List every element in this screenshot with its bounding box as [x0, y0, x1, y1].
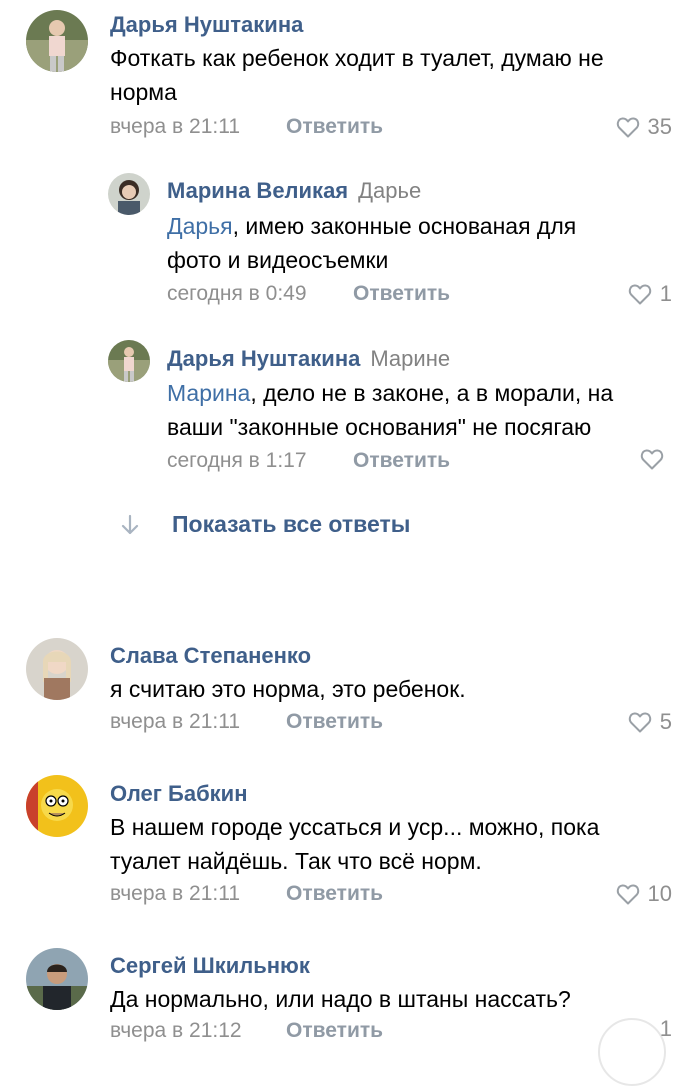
comment-text: Дарья, имею законные основаная для фото … — [167, 209, 576, 277]
comment-text-line: Да нормально, или надо в штаны нассать? — [110, 986, 571, 1012]
avatar[interactable] — [108, 173, 150, 215]
comment-text-line: Фоткать как ребенок ходит в туалет, дума… — [110, 45, 604, 71]
avatar[interactable] — [108, 340, 150, 382]
comment-text-line: Марина, дело не в законе, а в морали, на — [167, 376, 613, 410]
show-all-replies-label[interactable]: Показать все ответы — [172, 511, 410, 538]
comment-text: я считаю это норма, это ребенок. — [110, 672, 466, 706]
heart-outline-icon — [628, 712, 651, 733]
like-button[interactable]: 10 — [616, 881, 672, 907]
like-button[interactable]: 5 — [628, 709, 672, 735]
like-count: 10 — [647, 881, 672, 906]
like-count: 5 — [659, 709, 672, 734]
like-button[interactable] — [640, 448, 672, 470]
comment-text-line: туалет найдёшь. Так что всё норм. — [110, 848, 482, 874]
timestamp: сегодня в 1:17 — [167, 449, 307, 472]
heart-outline-icon — [640, 449, 664, 470]
author-name-text[interactable]: Дарья Нуштакина — [167, 346, 360, 371]
timestamp: сегодня в 0:49 — [167, 282, 307, 305]
comment-text-line: Дарья, имею законные основаная для — [167, 209, 576, 243]
author-name[interactable]: Сергей Шкильнюк — [110, 953, 310, 979]
author-name[interactable]: Слава Степаненко — [110, 643, 311, 669]
comment-text-fragment: , имею законные основаная для — [232, 213, 577, 239]
author-name[interactable]: Олег Бабкин — [110, 781, 247, 807]
avatar[interactable] — [26, 775, 88, 837]
avatar[interactable] — [26, 638, 88, 700]
heart-outline-icon — [628, 284, 651, 305]
timestamp: вчера в 21:11 — [110, 115, 241, 138]
author-name[interactable]: Дарья Нуштакина Марине — [167, 346, 450, 372]
timestamp: вчера в 21:12 — [110, 1019, 242, 1042]
heart-outline-icon — [616, 884, 639, 905]
reply-to-name[interactable]: Марине — [370, 346, 450, 371]
comment-text-line: В нашем городе уссаться и уср... можно, … — [110, 814, 600, 840]
mention-link[interactable]: Марина — [167, 380, 250, 406]
reply-button[interactable]: Ответить — [286, 115, 383, 139]
author-name[interactable]: Марина Великая Дарье — [167, 178, 421, 204]
comment-text: В нашем городе уссаться и уср... можно, … — [110, 810, 599, 878]
comment-text-line: фото и видеосъемки — [167, 247, 389, 273]
comment-text-line: норма — [110, 79, 177, 105]
avatar[interactable] — [26, 10, 88, 72]
like-count: 1 — [659, 1016, 672, 1041]
reply-button[interactable]: Ответить — [286, 710, 383, 734]
comment-text: Да нормально, или надо в штаны нассать? — [110, 982, 571, 1016]
arrow-down-icon — [121, 514, 139, 534]
like-button[interactable]: 1 — [660, 1016, 672, 1042]
timestamp: вчера в 21:11 — [110, 882, 241, 905]
show-all-replies-button[interactable]: Показать все ответы — [120, 511, 410, 538]
reply-to-name[interactable]: Дарье — [358, 178, 421, 203]
comment-text: Марина, дело не в законе, а в морали, на… — [167, 376, 613, 444]
heart-outline-icon — [616, 117, 639, 138]
author-name-text[interactable]: Марина Великая — [167, 178, 348, 203]
comment-text-line: я считаю это норма, это ребенок. — [110, 676, 466, 702]
loading-spinner — [598, 1018, 666, 1086]
reply-button[interactable]: Ответить — [286, 882, 383, 906]
mention-link[interactable]: Дарья — [167, 213, 233, 239]
like-count: 1 — [659, 281, 672, 306]
timestamp: вчера в 21:11 — [110, 710, 241, 733]
like-count: 35 — [647, 114, 672, 139]
comment-text-line: ваши "законные основания" не посягаю — [167, 414, 592, 440]
like-button[interactable]: 35 — [616, 114, 672, 140]
reply-button[interactable]: Ответить — [286, 1019, 383, 1043]
reply-button[interactable]: Ответить — [353, 449, 450, 473]
author-name[interactable]: Дарья Нуштакина — [110, 12, 303, 38]
comment-text: Фоткать как ребенок ходит в туалет, дума… — [110, 41, 604, 109]
like-button[interactable]: 1 — [628, 281, 672, 307]
comment-text-fragment: , дело не в законе, а в морали, на — [250, 380, 614, 406]
reply-button[interactable]: Ответить — [353, 282, 450, 306]
avatar[interactable] — [26, 948, 88, 1010]
